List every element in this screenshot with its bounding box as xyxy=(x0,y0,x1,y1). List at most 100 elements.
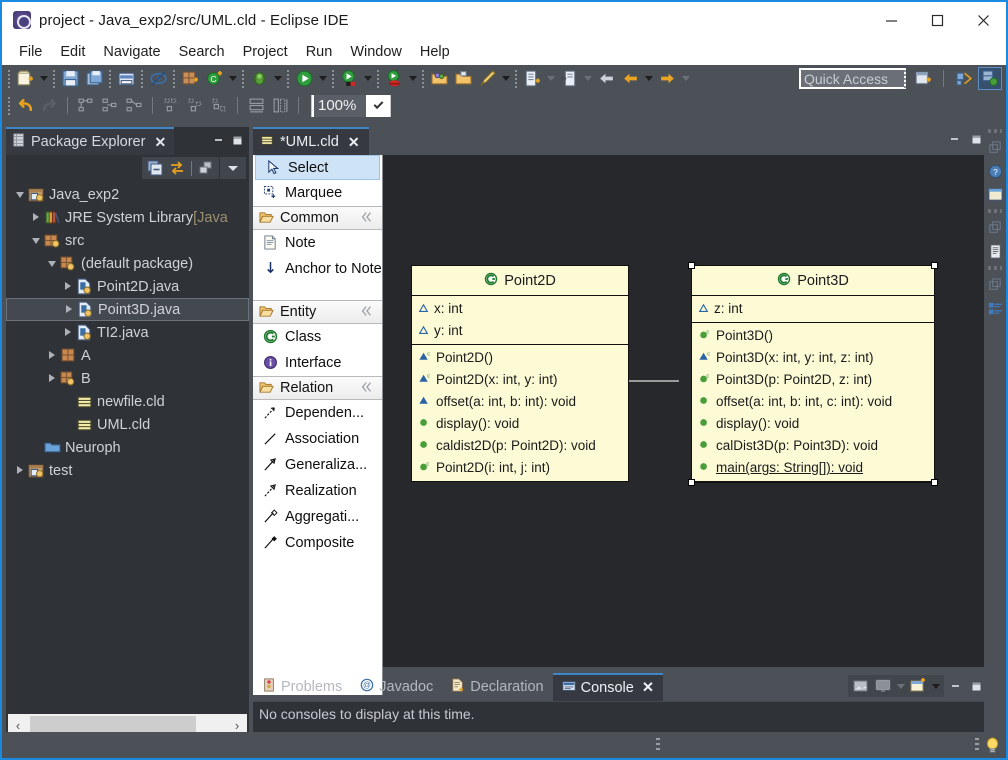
align-top-icon[interactable] xyxy=(159,94,183,117)
link-with-editor-icon[interactable] xyxy=(166,158,188,178)
print-icon[interactable] xyxy=(114,67,138,90)
forward-orange-icon[interactable] xyxy=(618,67,642,90)
previous-edit-dropdown-arrow[interactable] xyxy=(581,67,594,90)
uml-attribute-row[interactable]: x: int xyxy=(412,298,628,320)
align-bottom-icon[interactable] xyxy=(207,94,231,117)
menu-help[interactable]: Help xyxy=(411,42,459,62)
run-icon[interactable] xyxy=(292,67,316,90)
tab-declaration[interactable]: Declaration xyxy=(442,673,552,701)
editor-maximize-button[interactable] xyxy=(966,129,986,149)
collapse-chevrons-icon[interactable] xyxy=(360,210,376,226)
toggle-mark-occurrences-icon[interactable] xyxy=(146,67,170,90)
next-dropdown-arrow[interactable] xyxy=(679,67,692,90)
run-dropdown-arrow[interactable] xyxy=(316,67,329,90)
twisty-collapsed-icon[interactable] xyxy=(60,328,76,337)
menu-run[interactable]: Run xyxy=(297,42,342,62)
palette-item-class[interactable]: Class xyxy=(253,324,382,350)
properties-view-icon[interactable] xyxy=(985,184,1005,204)
uml-attribute-row[interactable]: z: int xyxy=(692,298,934,320)
open-task-icon[interactable] xyxy=(451,67,475,90)
debug-icon[interactable] xyxy=(247,67,271,90)
new-java-class-icon[interactable]: C xyxy=(202,67,226,90)
uml-perspective-icon[interactable] xyxy=(978,67,1002,90)
palette-item-interface[interactable]: Interface xyxy=(253,350,382,376)
new-java-class-dropdown-arrow[interactable] xyxy=(226,67,239,90)
uml-operation-row[interactable]: c Point2D(i: int, j: int) xyxy=(412,457,628,479)
menu-project[interactable]: Project xyxy=(234,42,297,62)
palette-tool-select[interactable]: Select xyxy=(255,155,380,180)
tree-row[interactable]: Java_exp2 xyxy=(6,183,249,206)
uml-class-point3d[interactable]: Point3D z: int c Point3D() c Point3D(x: … xyxy=(688,262,938,486)
uml-operation-row[interactable]: display(): void xyxy=(692,413,934,435)
new-java-package-icon[interactable] xyxy=(178,67,202,90)
quick-access-input[interactable]: Quick Access xyxy=(799,68,906,89)
zoom-value[interactable]: 100% xyxy=(312,94,366,117)
document-view-icon[interactable] xyxy=(985,241,1005,261)
editor-close-icon[interactable]: ✕ xyxy=(348,134,360,151)
coverage-dropdown-arrow[interactable] xyxy=(361,67,374,90)
uml-operation-row[interactable]: c Point3D(x: int, y: int, z: int) xyxy=(692,347,934,369)
tab-javadoc[interactable]: @ Javadoc xyxy=(351,673,442,701)
align-right-icon[interactable] xyxy=(122,94,146,117)
collapse-chevrons-icon[interactable] xyxy=(360,380,376,396)
view-menu-icon[interactable] xyxy=(222,158,244,178)
palette-item-note[interactable]: Note xyxy=(253,230,382,256)
palette-item-anchor-to-note[interactable]: Anchor to Note xyxy=(253,256,382,300)
palette-item-generalization[interactable]: Generaliza... xyxy=(253,452,382,478)
back-dropdown-arrow[interactable] xyxy=(642,67,655,90)
uml-operation-row[interactable]: display(): void xyxy=(412,413,628,435)
menu-navigate[interactable]: Navigate xyxy=(94,42,169,62)
align-middle-icon[interactable] xyxy=(183,94,207,117)
focus-on-active-task-icon[interactable] xyxy=(195,158,217,178)
java-perspective-icon[interactable] xyxy=(952,67,976,90)
palette-item-composite[interactable]: Composite xyxy=(253,530,382,556)
selection-handle-ne[interactable] xyxy=(931,262,938,269)
next-icon[interactable] xyxy=(655,67,679,90)
tree-row[interactable]: src xyxy=(6,229,249,252)
collapse-all-icon[interactable] xyxy=(144,158,166,178)
new-wizard-dropdown-arrow[interactable] xyxy=(37,67,50,90)
console-maximize-button[interactable] xyxy=(966,676,986,696)
annotation-dropdown-arrow[interactable] xyxy=(499,67,512,90)
toolbar-grip[interactable] xyxy=(8,69,10,88)
tab-uml-cld[interactable]: *UML.cld ✕ xyxy=(253,127,369,155)
uml-palette[interactable]: Select Marquee Common Note Anchor to Not… xyxy=(253,155,383,695)
tree-row[interactable]: newfile.cld xyxy=(6,390,249,413)
uml-operation-row[interactable]: c Point3D() xyxy=(692,325,934,347)
run-coverage-icon[interactable] xyxy=(337,67,361,90)
tree-row-selected[interactable]: Point3D.java xyxy=(6,298,249,321)
zoom-dropdown-arrow[interactable] xyxy=(366,94,390,117)
uml-operation-row[interactable]: c Point2D() xyxy=(412,347,628,369)
restore2-icon[interactable] xyxy=(985,275,1005,295)
outline-list-icon[interactable] xyxy=(985,298,1005,318)
clear-console-icon[interactable] xyxy=(850,676,872,696)
twisty-collapsed-icon[interactable] xyxy=(61,305,77,314)
previous-edit-icon[interactable] xyxy=(557,67,581,90)
match-width-icon[interactable] xyxy=(244,94,268,117)
tree-row[interactable]: (default package) xyxy=(6,252,249,275)
twisty-collapsed-icon[interactable] xyxy=(12,466,28,475)
selection-handle-nw[interactable] xyxy=(688,262,695,269)
tab-package-explorer[interactable]: Package Explorer ✕ xyxy=(6,127,175,155)
selection-handle-se[interactable] xyxy=(931,479,938,486)
uml-operation-row[interactable]: offset(a: int, b: int, c: int): void xyxy=(692,391,934,413)
editor-minimize-button[interactable] xyxy=(944,129,964,149)
package-explorer-tree[interactable]: Java_exp2 JRE System Library [Java src (… xyxy=(6,181,249,711)
menu-search[interactable]: Search xyxy=(170,42,234,62)
uml-operation-row[interactable]: calDist3D(p: Point3D): void xyxy=(692,435,934,457)
tree-row[interactable]: B xyxy=(6,367,249,390)
tree-row[interactable]: UML.cld xyxy=(6,413,249,436)
twisty-collapsed-icon[interactable] xyxy=(28,213,44,222)
new-wizard-icon[interactable] xyxy=(13,67,37,90)
lightbulb-icon[interactable] xyxy=(985,737,1000,754)
palette-item-aggregation[interactable]: Aggregati... xyxy=(253,504,382,530)
open-console-dropdown-arrow[interactable] xyxy=(929,675,942,698)
maximize-button[interactable] xyxy=(914,2,960,38)
collapse-chevrons-icon[interactable] xyxy=(360,304,376,320)
palette-item-association[interactable]: Association xyxy=(253,426,382,452)
tree-row[interactable]: Point2D.java xyxy=(6,275,249,298)
align-center-icon[interactable] xyxy=(98,94,122,117)
uml-operation-row[interactable]: caldist2D(p: Point2D): void xyxy=(412,435,628,457)
uml-canvas[interactable]: Point2D x: int y: int c Point2D() c Poin… xyxy=(383,155,988,667)
toolbar-grip-2[interactable] xyxy=(8,96,10,115)
